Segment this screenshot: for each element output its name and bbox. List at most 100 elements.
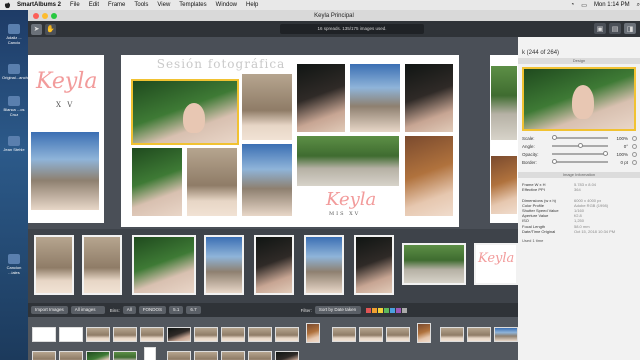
opacity-slider[interactable] — [552, 151, 608, 156]
strip-thumbnail[interactable] — [82, 235, 122, 295]
browser-thumbnail[interactable] — [59, 327, 83, 342]
bin-5-1[interactable]: 5.1 — [169, 306, 184, 314]
browser-thumbnail[interactable] — [144, 347, 156, 360]
menu-templates[interactable]: Templates — [179, 2, 206, 8]
opacity-value[interactable]: 100% — [608, 152, 628, 157]
color-filter-purple[interactable] — [395, 307, 401, 313]
photo-frame[interactable] — [241, 143, 293, 217]
scale-reset-radio[interactable] — [632, 135, 637, 141]
browser-thumbnail[interactable] — [86, 327, 110, 342]
photo-frame-selected[interactable] — [131, 79, 239, 145]
color-filter-green[interactable] — [383, 307, 389, 313]
photo-frame[interactable] — [241, 73, 293, 141]
sort-select[interactable]: Sort by Date taken — [314, 306, 361, 314]
browser-thumbnail[interactable] — [494, 327, 518, 342]
browser-thumbnail[interactable] — [194, 327, 218, 342]
strip-thumbnail[interactable] — [204, 235, 244, 295]
slider-knob[interactable] — [578, 143, 583, 148]
strip-thumbnail[interactable] — [34, 235, 74, 295]
apple-icon[interactable] — [4, 2, 11, 9]
menu-app-name[interactable]: SmartAlbums 2 — [17, 2, 61, 8]
color-filter-orange[interactable] — [371, 307, 377, 313]
photo-frame[interactable] — [131, 147, 183, 217]
photo-frame[interactable] — [490, 155, 518, 215]
menu-tools[interactable]: Tools — [134, 2, 148, 8]
image-filter-select[interactable]: All images — [70, 306, 105, 314]
menu-clock[interactable]: Mon 1:14 PM — [594, 2, 630, 8]
slider-knob[interactable] — [603, 151, 608, 156]
battery-icon[interactable]: ▭ — [581, 2, 587, 9]
photo-frame[interactable] — [490, 65, 518, 141]
photo-frame[interactable] — [404, 135, 454, 217]
browser-thumbnail[interactable] — [221, 327, 245, 342]
photo-frame[interactable] — [349, 63, 401, 133]
browser-thumbnail[interactable] — [32, 351, 56, 360]
slider-knob[interactable] — [552, 159, 557, 164]
desktop-item[interactable]: Blanca ...os Cruz — [2, 96, 26, 117]
color-filter-blue[interactable] — [389, 307, 395, 313]
desktop-item[interactable]: Original...anchez — [2, 64, 32, 80]
browser-thumbnail[interactable] — [467, 327, 491, 342]
menu-help[interactable]: Help — [246, 2, 258, 8]
color-filter-gray[interactable] — [401, 307, 407, 313]
browser-thumbnail[interactable] — [32, 327, 56, 342]
desktop-item[interactable]: Cancion ...iales — [2, 254, 26, 275]
hand-tool-button[interactable]: ✋ — [45, 23, 56, 35]
slider-knob[interactable] — [552, 135, 557, 140]
strip-thumbnail[interactable] — [402, 243, 466, 285]
bin-fondos[interactable]: FONDOS — [138, 306, 167, 314]
browser-thumbnail[interactable] — [440, 327, 464, 342]
color-filter-red[interactable] — [365, 307, 371, 313]
desktop-item[interactable]: Adaliz ... Cancio — [2, 24, 26, 45]
angle-value[interactable]: 0° — [608, 144, 628, 149]
border-value[interactable]: 0 pt — [608, 160, 628, 165]
browser-thumbnail[interactable] — [113, 351, 137, 360]
browser-thumbnail[interactable] — [167, 351, 191, 360]
angle-slider[interactable] — [552, 143, 608, 148]
menu-window[interactable]: Window — [216, 2, 237, 8]
next-spread-page[interactable] — [490, 55, 518, 223]
browser-thumbnail[interactable] — [248, 327, 272, 342]
browser-thumbnail[interactable] — [86, 351, 110, 360]
photo-frame[interactable] — [404, 63, 454, 133]
browser-thumbnail[interactable] — [194, 351, 218, 360]
menu-file[interactable]: File — [70, 2, 80, 8]
album-spread[interactable]: Sesión fotográfica Keyla MIS XV — [121, 55, 459, 227]
browser-thumbnail[interactable] — [275, 327, 299, 342]
strip-thumbnail[interactable] — [254, 235, 294, 295]
menu-frame[interactable]: Frame — [108, 2, 125, 8]
spread-view-button[interactable]: ▤ — [609, 23, 621, 34]
search-icon[interactable]: ⌕ — [637, 2, 640, 9]
browser-thumbnail[interactable] — [167, 327, 191, 342]
inspector-toggle-button[interactable]: ◨ — [624, 23, 636, 34]
opacity-reset-radio[interactable] — [632, 151, 637, 157]
spread-canvas[interactable]: Keyla X V Sesión fotográfica Keyla MIS X… — [28, 37, 518, 229]
photo-frame[interactable] — [30, 131, 100, 211]
single-view-button[interactable]: ▣ — [594, 23, 606, 34]
browser-thumbnail[interactable] — [221, 351, 245, 360]
scale-slider[interactable] — [552, 135, 608, 140]
browser-thumbnail[interactable] — [275, 351, 299, 360]
browser-thumbnail[interactable] — [359, 327, 383, 342]
menu-edit[interactable]: Edit — [89, 2, 99, 8]
browser-thumbnail[interactable] — [59, 351, 83, 360]
browser-thumbnail[interactable] — [417, 323, 431, 343]
browser-thumbnail[interactable] — [306, 323, 320, 343]
border-slider[interactable] — [552, 159, 608, 164]
color-filter-yellow[interactable] — [377, 307, 383, 313]
strip-thumbnail[interactable] — [354, 235, 394, 295]
strip-thumbnail[interactable] — [304, 235, 344, 295]
border-color-radio[interactable] — [632, 159, 637, 165]
bin-6-7[interactable]: 6.7 — [186, 306, 201, 314]
pointer-tool-button[interactable]: ➤ — [31, 23, 42, 35]
photo-frame[interactable] — [296, 135, 400, 187]
angle-reset-radio[interactable] — [632, 143, 637, 149]
bin-all[interactable]: All — [122, 306, 136, 314]
browser-thumbnail[interactable] — [248, 351, 272, 360]
strip-thumbnail-logo[interactable]: Keyla — [474, 243, 518, 285]
browser-thumbnail[interactable] — [386, 327, 410, 342]
import-images-button[interactable]: Import Images — [31, 306, 68, 314]
previous-spread-page[interactable]: Keyla X V — [28, 55, 104, 223]
photo-frame[interactable] — [296, 63, 346, 133]
design-section-header[interactable]: Design — [518, 58, 640, 64]
